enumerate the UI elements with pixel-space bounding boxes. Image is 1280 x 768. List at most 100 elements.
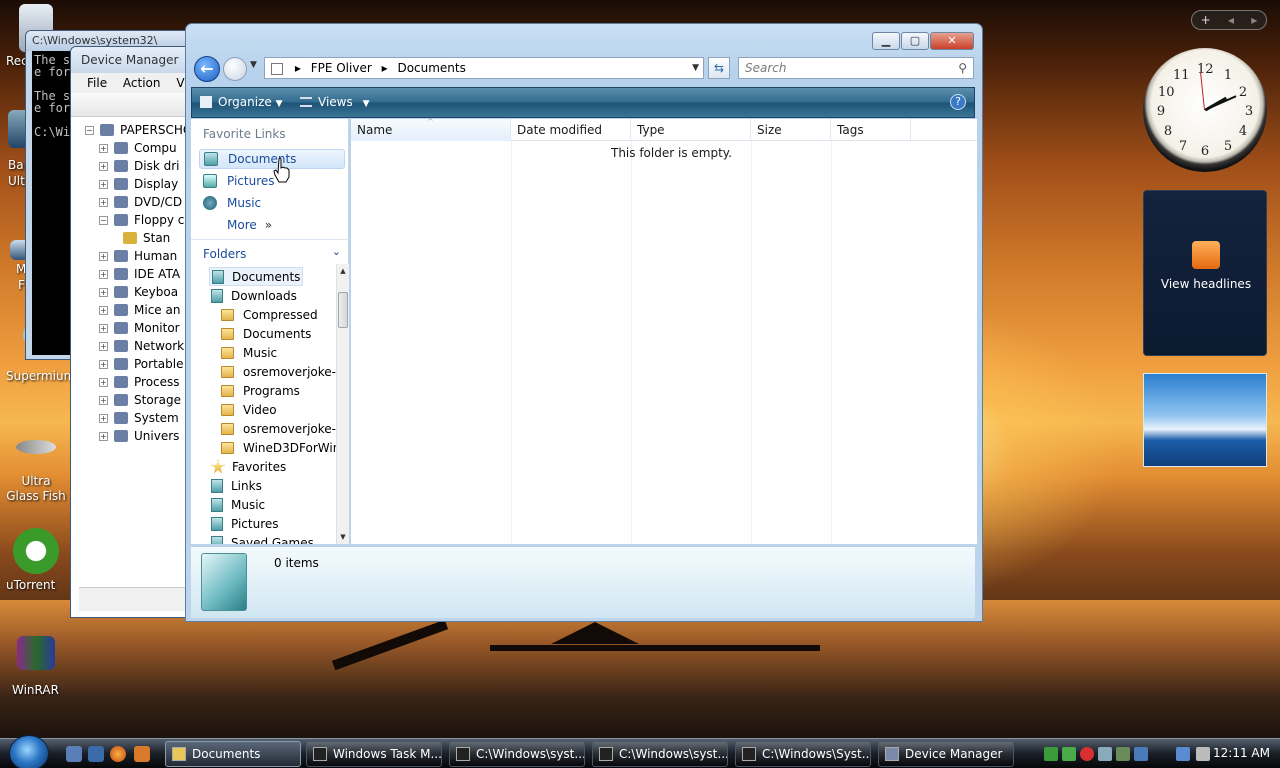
folder-item[interactable]: Saved Games — [211, 533, 314, 544]
column-name[interactable]: Name ^ — [351, 117, 511, 141]
folder-item[interactable]: WineD3DForWin — [221, 438, 336, 457]
feed-headlines-gadget[interactable]: View headlines — [1143, 190, 1267, 356]
previous-icon[interactable]: ◂ — [1228, 13, 1234, 27]
folder-item[interactable]: osremoverjoke-v — [221, 362, 336, 381]
taskbar-item-cmd-2[interactable]: C:\Windows\syst... — [592, 741, 728, 767]
expand-icon[interactable]: + — [99, 179, 108, 189]
collapse-icon[interactable]: − — [99, 215, 108, 225]
breadcrumb-documents[interactable]: Documents — [397, 61, 465, 75]
favorite-link-documents[interactable]: Documents — [199, 149, 345, 169]
expand-icon[interactable]: + — [99, 323, 108, 333]
search-icon[interactable]: ⚲ — [958, 58, 967, 78]
close-button[interactable]: ✕ — [930, 32, 974, 50]
tree-root[interactable]: − PAPERSCHO — [85, 121, 199, 139]
folder-item[interactable]: Downloads — [211, 286, 297, 305]
tree-node[interactable]: + Display — [85, 175, 199, 193]
device-manager-titlebar[interactable]: Device Manager — [71, 47, 199, 73]
view-headlines-label[interactable]: View headlines — [1144, 277, 1268, 291]
taskbar-clock[interactable]: 12:11 AM — [1213, 746, 1270, 760]
folder-item[interactable]: Documents — [221, 324, 311, 343]
taskbar-item-documents[interactable]: Documents — [165, 741, 301, 767]
expand-icon[interactable]: + — [99, 197, 108, 207]
tree-node[interactable]: + Mice an — [85, 301, 199, 319]
folder-item[interactable]: Video — [221, 400, 277, 419]
expand-icon[interactable]: + — [99, 269, 108, 279]
folder-tree-scrollbar[interactable]: ▲ ▼ — [336, 264, 349, 544]
minimize-button[interactable]: ▁ — [872, 32, 900, 50]
show-desktop-icon[interactable] — [66, 746, 82, 762]
tree-node[interactable]: + Process — [85, 373, 199, 391]
tray-icon-network[interactable] — [1116, 747, 1130, 761]
desktop-icon-utorrent[interactable]: uTorrent — [0, 528, 72, 592]
network-icon[interactable] — [1176, 747, 1190, 761]
favorite-link-music[interactable]: Music — [199, 193, 345, 213]
folder-item[interactable]: Music — [211, 495, 265, 514]
back-button[interactable]: ← — [194, 56, 220, 82]
column-size[interactable]: Size — [751, 119, 831, 141]
tree-node[interactable]: + Portable — [85, 355, 199, 373]
tree-node[interactable]: + Univers — [85, 427, 199, 445]
breadcrumb-fpe-oliver[interactable]: FPE Oliver — [311, 61, 372, 75]
recent-pages-dropdown[interactable]: ▼ — [250, 60, 257, 70]
taskbar-item-cmd-1[interactable]: C:\Windows\syst... — [449, 741, 585, 767]
folder-item[interactable]: Documents — [209, 267, 304, 286]
column-tags[interactable]: Tags — [831, 119, 911, 141]
quick-launch-icon[interactable] — [134, 746, 150, 762]
expand-icon[interactable]: + — [99, 251, 108, 261]
favorite-link-more[interactable]: More» — [199, 215, 345, 235]
start-button[interactable] — [9, 735, 49, 768]
tree-node[interactable]: + DVD/CD — [85, 193, 199, 211]
folder-item[interactable]: Compressed — [221, 305, 318, 324]
explorer-window[interactable]: ▁ ▢ ✕ ← ▼ ▸ FPE Oliver ▸ Documents ▼ ⇆ S… — [185, 23, 983, 622]
expand-icon[interactable]: + — [99, 287, 108, 297]
column-date-modified[interactable]: Date modified — [511, 119, 631, 141]
help-button[interactable]: ? — [950, 94, 966, 110]
firefox-icon[interactable] — [110, 746, 126, 762]
scroll-down-icon[interactable]: ▼ — [337, 530, 349, 544]
expand-icon[interactable]: + — [99, 377, 108, 387]
clock-gadget[interactable]: 12 1 2 3 4 5 6 7 8 9 10 11 — [1143, 48, 1267, 172]
expand-icon[interactable]: + — [99, 359, 108, 369]
expand-icon[interactable]: + — [99, 431, 108, 441]
tree-node[interactable]: + Network — [85, 337, 199, 355]
column-type[interactable]: Type — [631, 119, 751, 141]
tree-node[interactable]: + Monitor — [85, 319, 199, 337]
expand-icon[interactable]: + — [99, 161, 108, 171]
tree-node[interactable]: + IDE ATA — [85, 265, 199, 283]
tray-icon-flag[interactable] — [1098, 747, 1112, 761]
tree-node[interactable]: + Disk dri — [85, 157, 199, 175]
folders-header[interactable]: Folders ⌄ — [191, 239, 349, 263]
maximize-button[interactable]: ▢ — [901, 32, 929, 50]
collapse-icon[interactable]: − — [85, 125, 94, 135]
expand-icon[interactable]: + — [99, 143, 108, 153]
tray-icon-green-2[interactable] — [1062, 747, 1076, 761]
menu-file[interactable]: File — [87, 76, 107, 90]
tray-icon-security[interactable] — [1134, 747, 1148, 761]
slideshow-gadget[interactable] — [1143, 373, 1267, 467]
folder-item[interactable]: Favorites — [211, 457, 286, 476]
favorite-link-pictures[interactable]: Pictures — [199, 171, 345, 191]
folder-item[interactable]: Music — [221, 343, 277, 362]
folder-item[interactable]: Programs — [221, 381, 300, 400]
next-icon[interactable]: ▸ — [1251, 13, 1257, 27]
scroll-up-icon[interactable]: ▲ — [337, 264, 349, 278]
tray-icon-error[interactable] — [1080, 747, 1094, 761]
add-gadget-icon[interactable]: + — [1201, 13, 1211, 27]
tree-node[interactable]: + Human — [85, 247, 199, 265]
search-input[interactable]: Search ⚲ — [738, 57, 974, 79]
taskbar-item-cmd-3[interactable]: C:\Windows\Syst... — [735, 741, 871, 767]
file-list-pane[interactable]: Name ^ Date modified Type Size Tags This … — [351, 117, 977, 544]
tree-node[interactable]: + Keyboa — [85, 283, 199, 301]
expand-icon[interactable]: + — [99, 341, 108, 351]
tree-node[interactable]: − Floppy c — [85, 211, 199, 229]
organize-button[interactable]: Organize ▼ — [200, 95, 283, 109]
desktop-icon-ultra-glass-fish[interactable]: Ultra Glass Fish — [0, 440, 72, 503]
tree-node[interactable]: + Storage — [85, 391, 199, 409]
device-manager-window[interactable]: Device Manager File Action Vi − PAPERSCHO… — [70, 46, 200, 618]
folder-item[interactable]: osremoverjoke-v — [221, 419, 336, 438]
scrollbar-thumb[interactable] — [338, 292, 348, 328]
address-bar[interactable]: ▸ FPE Oliver ▸ Documents ▼ — [264, 57, 704, 79]
folder-item[interactable]: Links — [211, 476, 262, 495]
tray-icon-green[interactable] — [1044, 747, 1058, 761]
folder-item[interactable]: Pictures — [211, 514, 279, 533]
